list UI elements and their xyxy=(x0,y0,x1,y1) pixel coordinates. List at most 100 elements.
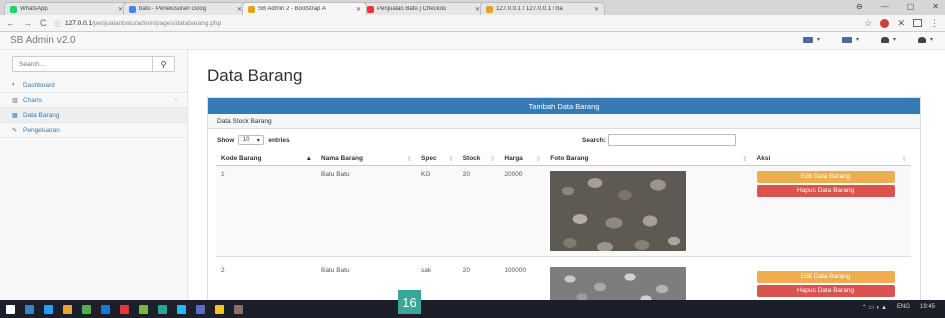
browser-tab-google[interactable]: batu - Penelusuran Goog ✕ xyxy=(123,2,248,15)
messages-dropdown[interactable]: ▾ xyxy=(802,36,820,43)
info-icon[interactable]: ⓘ xyxy=(55,18,62,28)
tab-title: Penjualan Batu | Checkou xyxy=(377,6,447,12)
bell-icon xyxy=(880,36,889,43)
system-tray: ⌃ ▭ ◖ ▲ ENG 19:45 xyxy=(862,304,935,311)
sidebar-search-input[interactable] xyxy=(13,57,152,71)
cell-aksi: Edit Data Barang Hapus Data Barang xyxy=(751,164,911,256)
column-header-foto[interactable]: Foto Barang ⇕ xyxy=(545,152,752,166)
back-icon[interactable]: ← xyxy=(6,18,15,28)
language-indicator[interactable]: ENG xyxy=(897,304,910,311)
explorer-icon[interactable] xyxy=(63,304,72,314)
app-icon[interactable] xyxy=(158,304,167,314)
entries-length: Show 10 ▾ entries xyxy=(217,135,290,145)
taskview-icon[interactable] xyxy=(25,304,34,314)
app-icon[interactable] xyxy=(177,304,186,314)
app-icon[interactable] xyxy=(82,304,91,314)
tray-icons[interactable]: ⌃ ▭ ◖ ▲ xyxy=(862,304,887,311)
app-icon[interactable] xyxy=(101,304,110,314)
browser-tab-sbadmin[interactable]: SB Admin 2 - Bootstrap A ✕ xyxy=(242,2,367,15)
add-data-button[interactable]: Tambah Data Barang xyxy=(208,98,920,114)
top-navbar: SB Admin v2.0 ▾ ▾ ▾ ▾ xyxy=(0,32,945,50)
cell-harga: 20000 xyxy=(499,164,546,256)
column-header-kode[interactable]: Kode Barang ▲ xyxy=(216,152,317,166)
alerts-dropdown[interactable]: ▾ xyxy=(880,36,896,43)
navbar-right: ▾ ▾ ▾ ▾ xyxy=(802,36,933,43)
forward-icon[interactable]: → xyxy=(23,18,32,28)
reload-icon[interactable]: C xyxy=(40,18,47,28)
close-icon[interactable]: ✕ xyxy=(356,6,361,13)
app-icon[interactable] xyxy=(196,304,205,314)
sidebar-item-label: Dashboard xyxy=(23,81,55,89)
browser-tab-bar: WhatsApp ✕ batu - Penelusuran Goog ✕ SB … xyxy=(0,0,945,15)
chart-icon: ▥ xyxy=(12,97,18,104)
sort-icon: ⇕ xyxy=(742,155,748,163)
column-header-spec[interactable]: Spec ⇕ xyxy=(416,152,458,166)
sidebar-item-dashboard[interactable]: ◐ Dashboard xyxy=(0,78,187,93)
sidebar-search: ⚲ xyxy=(12,56,175,72)
extension-x-icon[interactable]: ✕ xyxy=(897,18,905,29)
search-icon[interactable]: ⚲ xyxy=(152,57,174,71)
delete-button[interactable]: Hapus Data Barang xyxy=(756,184,895,197)
url-field[interactable]: ⓘ 127.0.0.1 /penjualanbatu/admin/pages/d… xyxy=(55,17,857,29)
app-icon[interactable] xyxy=(234,304,243,314)
user-icon[interactable]: ⊖ xyxy=(856,2,863,11)
sidebar-item-pengeluaran[interactable]: ✎ Pengeluaran xyxy=(0,123,187,138)
edge-icon[interactable] xyxy=(44,304,53,314)
tab-title: WhatsApp xyxy=(20,6,48,12)
column-header-aksi[interactable]: Aksi ⇕ xyxy=(751,152,911,166)
minimize-icon[interactable]: — xyxy=(881,2,889,11)
sidebar-item-label: Charts xyxy=(23,96,43,104)
edit-button[interactable]: Edit Data Barang xyxy=(756,270,895,283)
table-search-input[interactable] xyxy=(607,134,736,146)
column-header-harga[interactable]: Harga ⇕ xyxy=(499,152,546,166)
panel-subheading: Data Stock Barang xyxy=(208,114,920,129)
bookmark-star-icon[interactable]: ☆ xyxy=(864,18,872,29)
cast-icon[interactable] xyxy=(913,19,922,27)
page-icon xyxy=(248,5,255,13)
close-icon[interactable]: ✕ xyxy=(594,6,599,13)
sidebar-item-charts[interactable]: ▥ Charts ‹ xyxy=(0,93,187,108)
user-icon xyxy=(917,36,926,43)
show-label: Show xyxy=(217,136,235,144)
browser-tab-checkout[interactable]: Penjualan Batu | Checkou ✕ xyxy=(361,2,486,15)
app-icon[interactable] xyxy=(120,304,129,314)
page-title: Data Barang xyxy=(207,66,303,85)
cell-foto xyxy=(545,164,752,256)
sort-icon: ⇕ xyxy=(901,155,907,163)
menu-dots-icon[interactable]: ⋮ xyxy=(930,18,939,29)
product-photo xyxy=(550,170,687,251)
data-table: Kode Barang ▲ Nama Barang ⇕ Spec ⇕ Stock ⇕ H… xyxy=(216,152,911,308)
page-icon xyxy=(367,5,374,13)
column-header-stock[interactable]: Stock ⇕ xyxy=(457,152,500,166)
close-window-icon[interactable]: ✕ xyxy=(932,2,939,11)
window-controls: ⊖ — ▢ ✕ xyxy=(856,2,939,11)
chrome-icon[interactable] xyxy=(215,304,224,314)
cell-spec: KG xyxy=(416,164,458,256)
brand-title[interactable]: SB Admin v2.0 xyxy=(10,35,76,46)
table-icon: ▦ xyxy=(12,112,18,119)
sidebar-item-data-barang[interactable]: ▦ Data Barang xyxy=(0,108,187,123)
entries-select[interactable]: 10 ▾ xyxy=(238,135,265,145)
page-number-badge: 16 xyxy=(398,290,421,314)
edit-button[interactable]: Edit Data Barang xyxy=(756,170,895,183)
column-header-nama[interactable]: Nama Barang ⇕ xyxy=(316,152,417,166)
sidebar-item-label: Data Barang xyxy=(23,111,60,119)
app-icon[interactable] xyxy=(139,304,148,314)
start-icon[interactable] xyxy=(6,304,15,314)
address-bar: ← → C ⓘ 127.0.0.1 /penjualanbatu/admin/p… xyxy=(0,15,945,32)
maximize-icon[interactable]: ▢ xyxy=(907,2,915,11)
cell-kode: 1 xyxy=(216,164,317,256)
extension-icon[interactable] xyxy=(880,18,890,28)
user-dropdown[interactable]: ▾ xyxy=(917,36,933,43)
browser-tab-whatsapp[interactable]: WhatsApp ✕ xyxy=(4,2,129,15)
tab-title: SB Admin 2 - Bootstrap A xyxy=(258,6,326,12)
delete-button[interactable]: Hapus Data Barang xyxy=(756,284,895,297)
tasks-dropdown[interactable]: ▾ xyxy=(841,36,859,43)
chevron-down-icon: ▾ xyxy=(256,137,260,144)
google-icon xyxy=(129,5,136,13)
clock[interactable]: 19:45 xyxy=(920,304,935,311)
search-label: Search: xyxy=(582,136,606,144)
browser-tab-phpmyadmin[interactable]: 127.0.0.1 / 127.0.0.1 / ba ✕ xyxy=(480,2,605,15)
sort-asc-icon: ▲ xyxy=(305,154,313,162)
table-row: 1 Batu Batu KG 20 20000 Edit Data Barang… xyxy=(216,164,911,256)
